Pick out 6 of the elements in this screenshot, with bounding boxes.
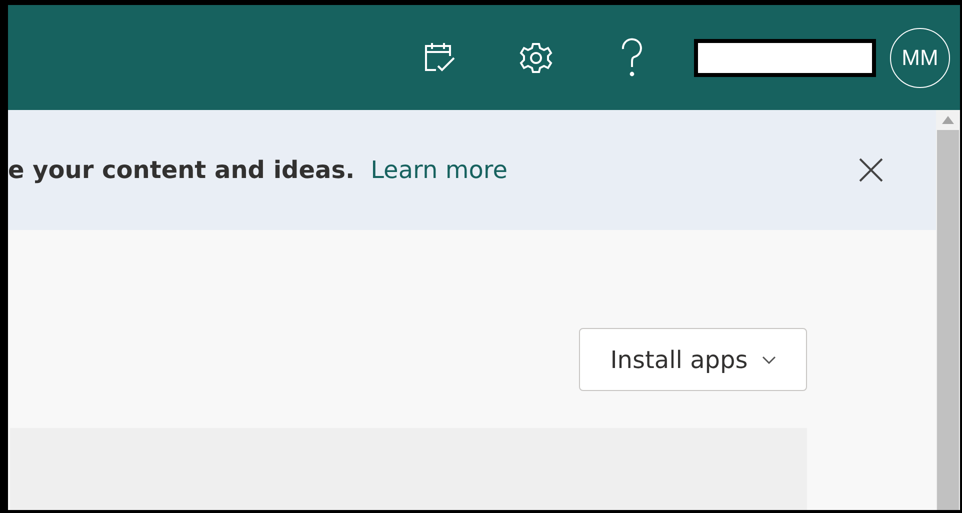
chevron-down-icon [762, 356, 776, 364]
banner-message: e your content and ideas. [8, 156, 355, 184]
scrollbar[interactable] [936, 110, 960, 510]
learn-more-link[interactable]: Learn more [370, 156, 508, 184]
install-apps-button[interactable]: Install apps [579, 328, 807, 391]
avatar-button[interactable]: MM [890, 28, 950, 88]
